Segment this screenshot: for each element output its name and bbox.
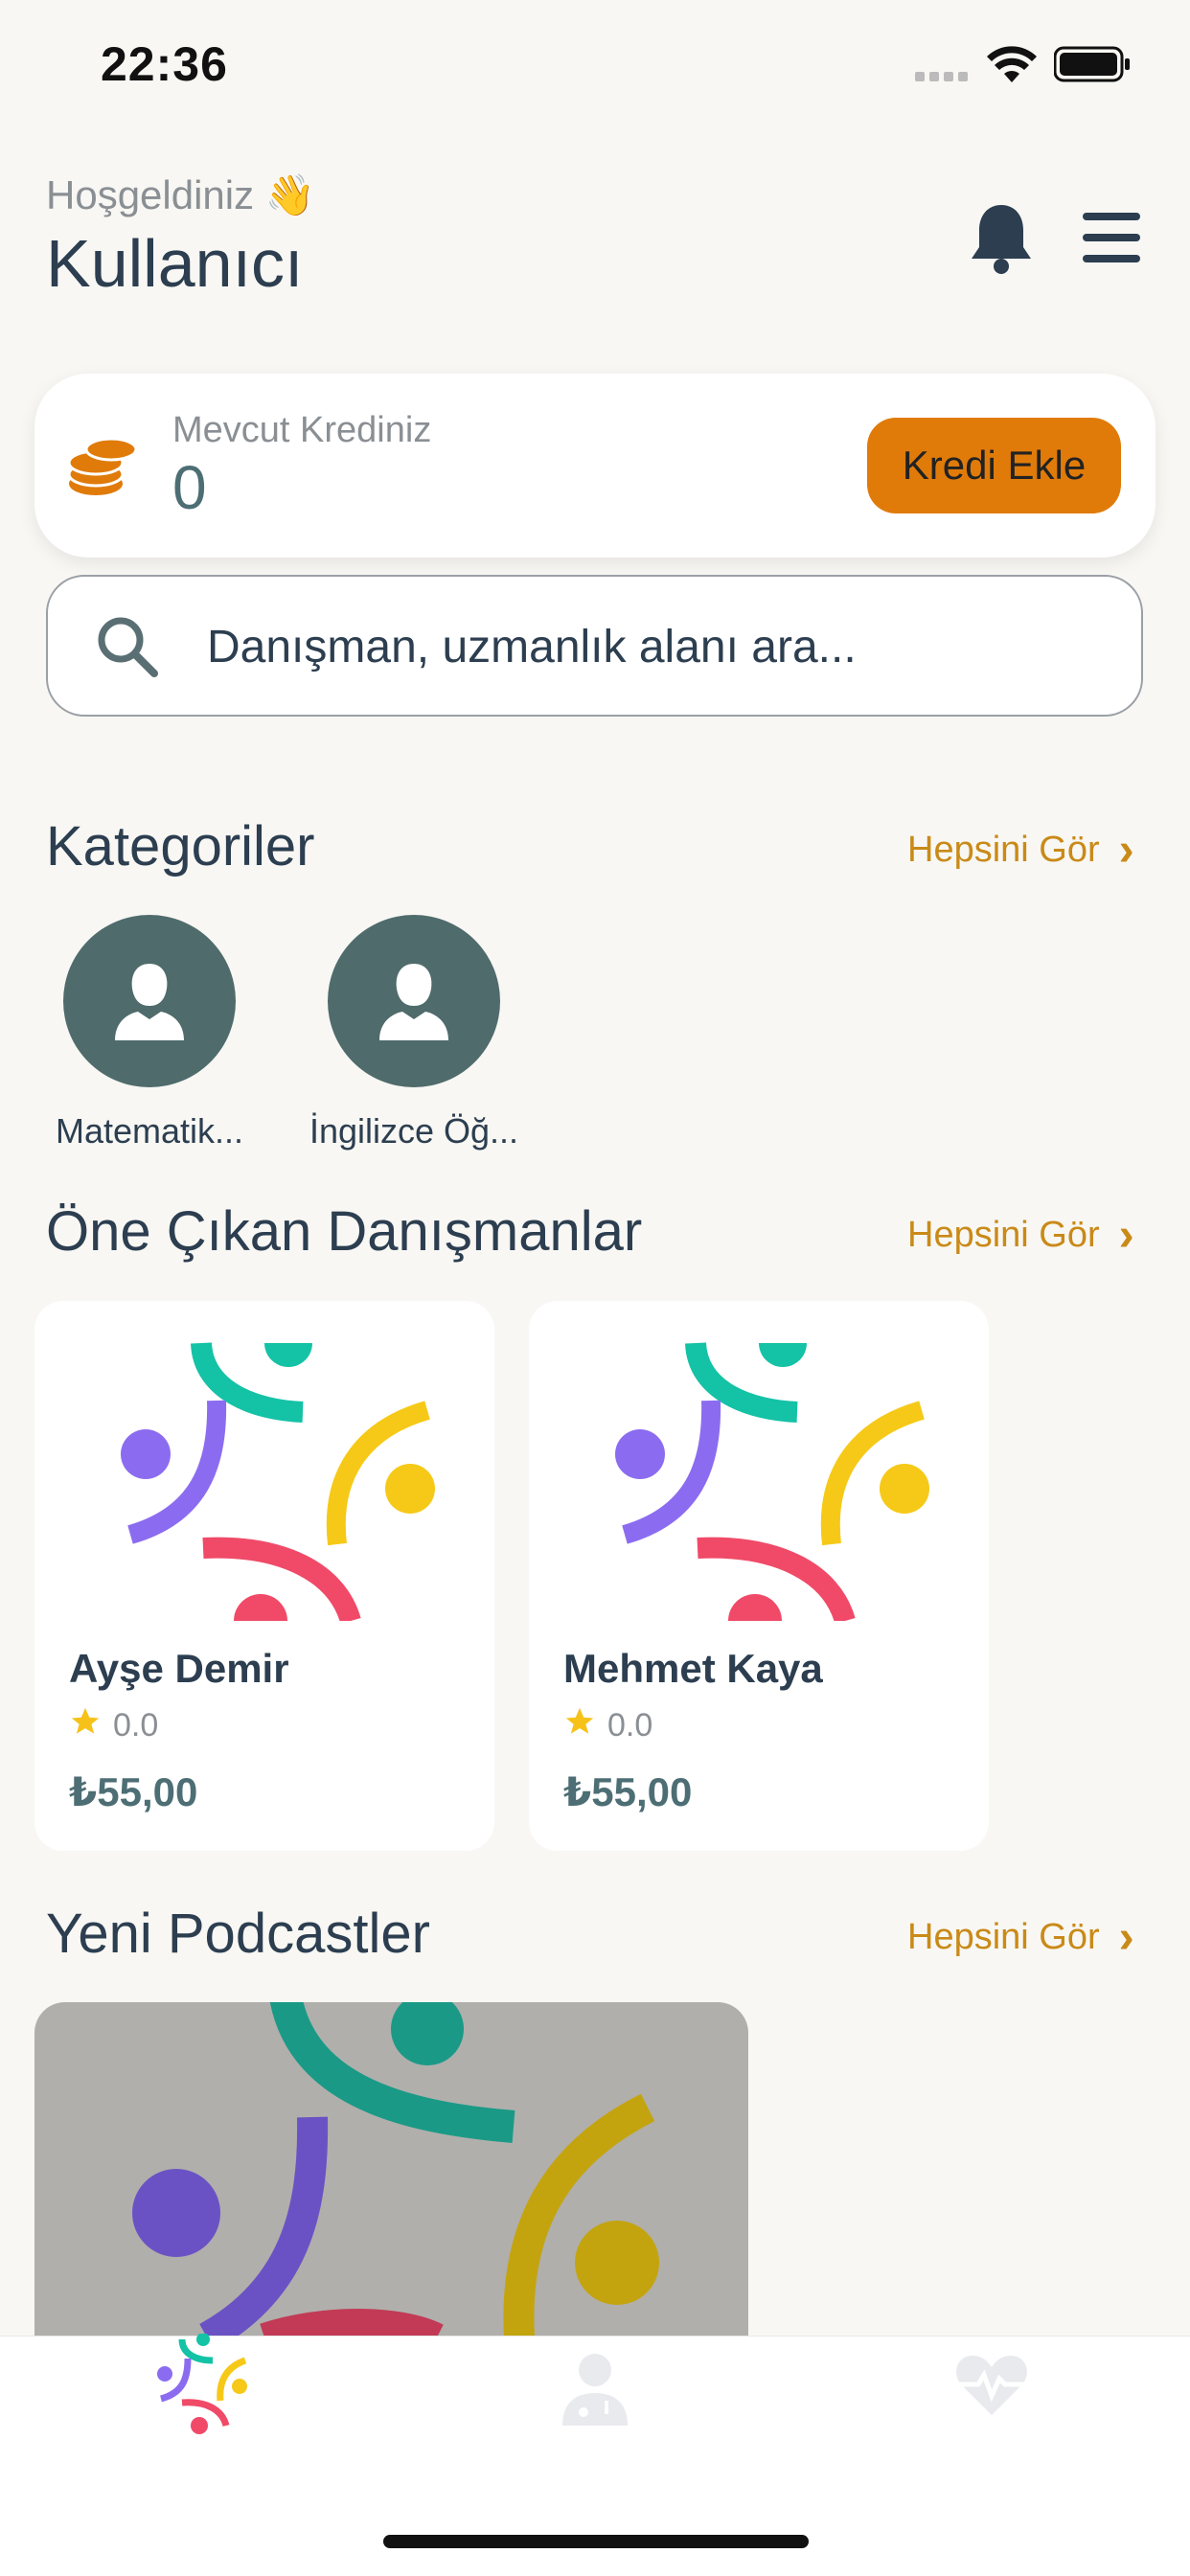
chevron-right-icon: › [1118, 1210, 1134, 1261]
tab-home[interactable] [153, 2333, 249, 2444]
chevron-right-icon: › [1118, 825, 1134, 876]
see-all-label: Hepsini Gör [907, 1215, 1100, 1255]
search-placeholder: Danışman, uzmanlık alanı ara... [207, 622, 857, 672]
app-logo-image [606, 1334, 931, 1648]
credit-value: 0 [172, 453, 207, 522]
consultant-price: ₺55,00 [563, 1769, 693, 1814]
rating-value: 0.0 [113, 1707, 159, 1744]
doctor-icon [562, 2354, 628, 2426]
podcast-thumbnail [132, 2002, 659, 2337]
status-time: 22:36 [101, 37, 228, 91]
podcasts-see-all[interactable]: Hepsini Gör › [907, 1911, 1134, 1964]
podcast-card[interactable] [34, 2002, 748, 2337]
rating-value: 0.0 [607, 1707, 653, 1744]
bell-icon[interactable] [968, 201, 1035, 278]
category-label: Matematik... [55, 1111, 244, 1151]
tab-consultants[interactable] [561, 2351, 629, 2432]
chevron-right-icon: › [1118, 1912, 1134, 1963]
greeting-text: Hoşgeldiniz 👋 [46, 172, 316, 217]
category-item-ingilizce[interactable] [328, 915, 500, 1087]
category-label: İngilizce Öğ... [309, 1111, 519, 1151]
coins-icon [65, 426, 142, 503]
heart-pulse-icon [956, 2356, 1027, 2415]
featured-see-all[interactable]: Hepsini Gör › [907, 1209, 1134, 1262]
consultant-rating: 0.0 [69, 1705, 158, 1746]
home-indicator [383, 2535, 809, 2548]
see-all-label: Hepsini Gör [907, 830, 1100, 870]
category-item-matematik[interactable] [63, 915, 236, 1087]
star-icon [563, 1705, 596, 1746]
cellular-icon [915, 69, 973, 87]
consultant-price: ₺55,00 [69, 1769, 198, 1814]
menu-icon[interactable] [1083, 213, 1140, 262]
see-all-label: Hepsini Gör [907, 1917, 1100, 1957]
app-logo-image [111, 1334, 437, 1648]
consultant-name: Ayşe Demir [69, 1646, 289, 1691]
search-icon [94, 613, 161, 680]
consultant-name: Mehmet Kaya [563, 1646, 823, 1691]
credit-label: Mevcut Krediniz [172, 410, 432, 450]
featured-title: Öne Çıkan Danışmanlar [46, 1200, 643, 1263]
categories-title: Kategoriler [46, 815, 315, 878]
username: Kullanıcı [46, 226, 304, 301]
categories-see-all[interactable]: Hepsini Gör › [907, 824, 1134, 877]
wifi-icon [987, 46, 1037, 89]
battery-icon [1053, 46, 1131, 89]
podcasts-title: Yeni Podcastler [46, 1903, 430, 1965]
person-icon [115, 964, 184, 1040]
tab-health[interactable] [953, 2352, 1030, 2424]
app-logo-icon [157, 2333, 247, 2434]
consultant-rating: 0.0 [563, 1705, 652, 1746]
add-credit-button[interactable]: Kredi Ekle [867, 418, 1121, 513]
person-icon [379, 964, 448, 1040]
star-icon [69, 1705, 102, 1746]
